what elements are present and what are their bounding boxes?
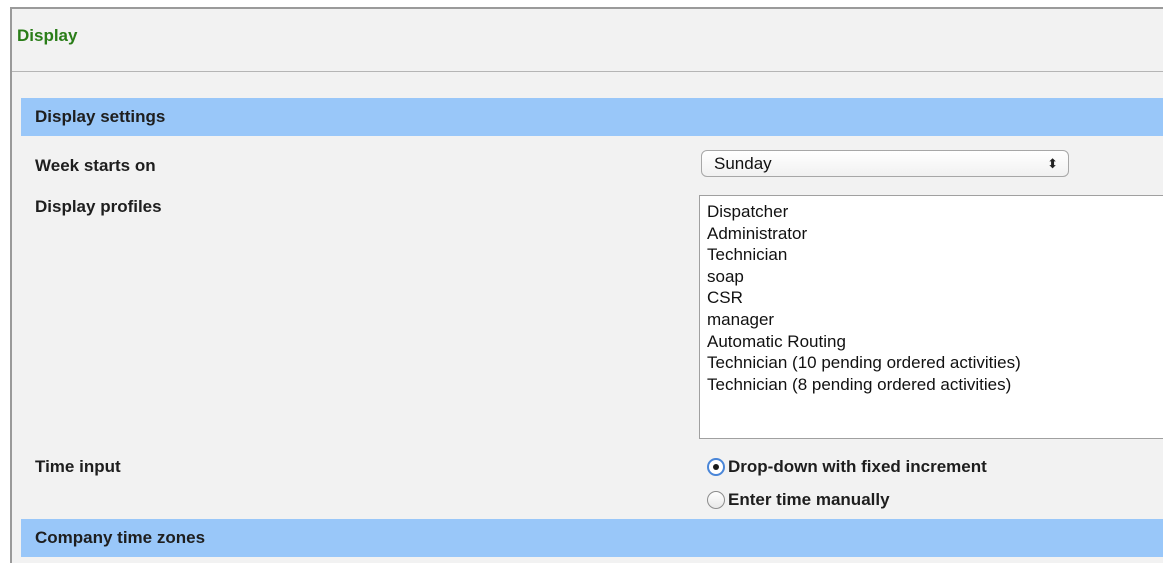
display-profile-option[interactable]: soap: [700, 266, 1163, 288]
display-profile-option[interactable]: Technician: [700, 244, 1163, 266]
display-profile-option[interactable]: Technician (10 pending ordered activitie…: [700, 352, 1163, 374]
radio-checked-icon[interactable]: [707, 458, 725, 476]
section-header-company-time-zones: Company time zones: [21, 519, 1163, 557]
select-arrows-icon: ⬍: [1047, 156, 1058, 171]
week-starts-label: Week starts on: [35, 156, 156, 175]
time-input-option-label: Enter time manually: [728, 490, 890, 509]
display-profiles-label: Display profiles: [35, 197, 162, 216]
week-starts-value: Sunday: [714, 154, 772, 173]
time-input-option-dropdown[interactable]: Drop-down with fixed increment: [707, 455, 987, 479]
display-profile-option[interactable]: Automatic Routing: [700, 331, 1163, 353]
time-input-option-label: Drop-down with fixed increment: [728, 457, 987, 476]
radio-unchecked-icon[interactable]: [707, 491, 725, 509]
title-divider: [12, 71, 1163, 72]
display-profile-option[interactable]: manager: [700, 309, 1163, 331]
display-profile-option[interactable]: Dispatcher: [700, 201, 1163, 223]
display-profiles-listbox[interactable]: Dispatcher Administrator Technician soap…: [699, 195, 1163, 439]
section-header-display-settings: Display settings: [21, 98, 1163, 136]
time-input-option-manual[interactable]: Enter time manually: [707, 488, 890, 512]
time-input-label: Time input: [35, 457, 121, 476]
week-starts-select[interactable]: Sunday ⬍: [701, 150, 1069, 177]
display-profile-option[interactable]: Technician (8 pending ordered activities…: [700, 374, 1163, 396]
display-profile-option[interactable]: Administrator: [700, 223, 1163, 245]
page-title: Display: [17, 26, 78, 45]
display-profile-option[interactable]: CSR: [700, 287, 1163, 309]
